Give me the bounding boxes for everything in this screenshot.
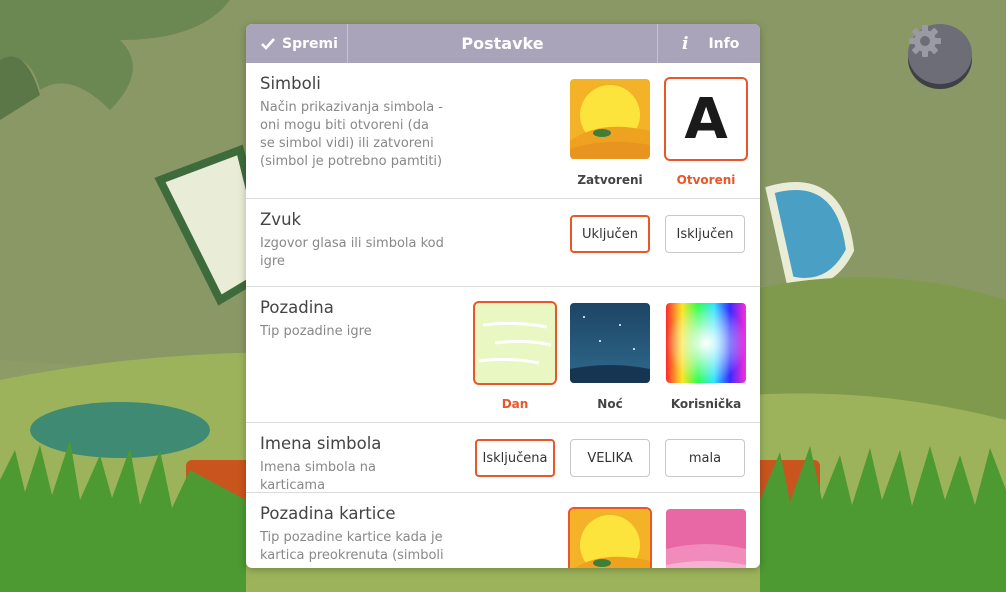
symbols-open-option[interactable]: A — [664, 77, 748, 161]
info-icon: i — [682, 33, 689, 54]
section-description: Izgovor glasa ili simbola kod igre — [260, 236, 444, 269]
section-background: Pozadina Tip pozadine igre Dan Noć Koris… — [246, 287, 760, 423]
section-sound: Zvuk Izgovor glasa ili simbola kod igre … — [246, 199, 760, 287]
section-description: Tip pozadine igre — [260, 324, 372, 339]
section-card-background: Pozadina kartice Tip pozadine kartice ka… — [246, 493, 760, 568]
closed-card-image — [570, 79, 650, 159]
info-button[interactable]: i Info — [657, 24, 760, 63]
background-custom-option[interactable] — [666, 303, 746, 383]
section-title: Simboli — [260, 74, 321, 93]
open-card-glyph: A — [684, 86, 728, 152]
symbols-closed-label: Zatvoreni — [577, 173, 643, 187]
section-symbols: Simboli Način prikazivanja simbola - oni… — [246, 63, 760, 199]
section-description: Način prikazivanja simbola - oni mogu bi… — [260, 100, 443, 169]
settings-gear-button[interactable] — [908, 24, 972, 84]
background-day-label: Dan — [501, 397, 529, 411]
sun-card-image — [570, 509, 650, 568]
pink-card-image — [666, 509, 746, 568]
sound-on-button[interactable]: Uključen — [570, 215, 650, 253]
section-title: Imena simbola — [260, 434, 382, 453]
background-night-option[interactable] — [570, 303, 650, 383]
background-night-label: Noć — [597, 397, 623, 411]
gear-icon — [909, 25, 941, 57]
background-day-option[interactable] — [473, 301, 557, 385]
card-bg-sun-option[interactable] — [568, 507, 652, 568]
settings-dialog: Spremi Postavke i Info Simboli Način pri… — [246, 24, 760, 568]
symbols-open-label: Otvoreni — [676, 173, 736, 187]
background-custom-label: Korisnička — [670, 397, 742, 411]
names-uppercase-button[interactable]: VELIKA — [570, 439, 650, 477]
day-background-image — [475, 303, 555, 383]
section-symbol-names: Imena simbola Imena simbola na karticama… — [246, 423, 760, 493]
section-description: Tip pozadine kartice kada je kartica pre… — [260, 530, 444, 563]
dialog-title: Postavke — [461, 34, 544, 53]
save-label: Spremi — [282, 35, 338, 52]
names-lowercase-button[interactable]: mala — [665, 439, 745, 477]
section-description: Imena simbola na karticama — [260, 460, 377, 493]
symbols-closed-option[interactable] — [570, 79, 650, 159]
sound-off-button[interactable]: Isključen — [665, 215, 745, 253]
info-label: Info — [708, 35, 740, 52]
names-off-button[interactable]: Isključena — [475, 439, 555, 477]
check-icon — [261, 37, 275, 50]
save-button[interactable]: Spremi — [246, 24, 348, 63]
night-background-image — [570, 303, 650, 383]
card-bg-pink-option[interactable] — [666, 509, 746, 568]
settings-scroll-area[interactable]: Simboli Način prikazivanja simbola - oni… — [246, 63, 760, 568]
section-title: Pozadina — [260, 298, 334, 317]
section-title: Pozadina kartice — [260, 504, 396, 523]
custom-color-image — [666, 303, 746, 383]
section-title: Zvuk — [260, 210, 302, 229]
dialog-titlebar: Spremi Postavke i Info — [246, 24, 760, 63]
